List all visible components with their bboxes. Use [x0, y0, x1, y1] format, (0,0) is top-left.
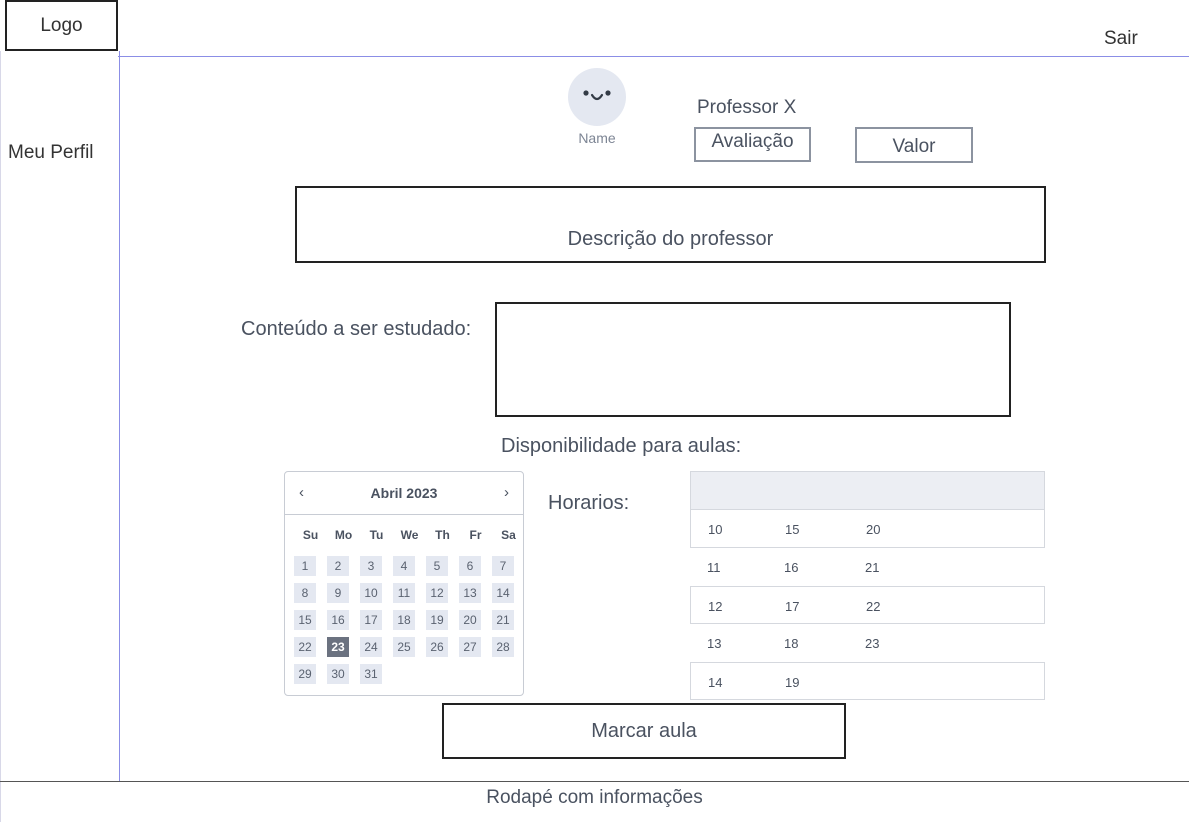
schedule-row: 12 17 22: [690, 586, 1045, 624]
footer-divider: [0, 781, 1189, 782]
calendar-weekday: Fr: [469, 528, 482, 542]
schedule-label: Horarios:: [548, 492, 630, 514]
calendar-day[interactable]: 18: [393, 610, 415, 630]
sidebar-divider: [119, 51, 120, 781]
calendar-day[interactable]: 4: [393, 556, 415, 576]
schedule-time-slot[interactable]: 19: [785, 675, 799, 690]
calendar-day[interactable]: 29: [294, 664, 316, 684]
schedule-time-slot[interactable]: 17: [785, 599, 799, 614]
schedule-time-slot[interactable]: 15: [785, 522, 799, 537]
calendar-header: ‹ Abril 2023 ›: [285, 484, 523, 506]
book-lesson-button[interactable]: Marcar aula: [442, 703, 846, 759]
schedule-table: 10 15 20 11 16 21 12 17 22 13 18 23 14 19: [690, 471, 1045, 700]
price-button[interactable]: Valor: [855, 127, 973, 163]
schedule-row: 14 19: [690, 662, 1045, 700]
schedule-time-slot[interactable]: 10: [708, 522, 722, 537]
chevron-right-icon[interactable]: ›: [504, 484, 509, 501]
calendar-weekdays: Su Mo Tu We Th Fr Sa: [294, 528, 525, 542]
page-left-border: [0, 51, 1, 822]
header-divider: [118, 56, 1189, 57]
calendar-days: 1 2 3 4 5 6 7 8 9 10 11 12 13 14 15 16 17 18 19 20 21 22 23 24 2…: [294, 556, 514, 684]
calendar-weekday: Su: [302, 528, 319, 542]
footer-info: Rodapé com informações: [486, 787, 703, 808]
calendar-weekday: Mo: [334, 528, 353, 542]
calendar-day[interactable]: 1: [294, 556, 316, 576]
calendar-day[interactable]: 16: [327, 610, 349, 630]
calendar-day[interactable]: 24: [360, 637, 382, 657]
calendar-day[interactable]: 14: [492, 583, 514, 603]
calendar-day[interactable]: 31: [360, 664, 382, 684]
calendar-day[interactable]: 3: [360, 556, 382, 576]
schedule-time-slot[interactable]: 13: [707, 636, 721, 651]
schedule-time-slot[interactable]: 22: [866, 599, 880, 614]
calendar-day[interactable]: 27: [459, 637, 481, 657]
calendar-day[interactable]: 17: [360, 610, 382, 630]
schedule-time-slot[interactable]: 14: [708, 675, 722, 690]
avatar-caption: Name: [578, 130, 616, 146]
calendar-day[interactable]: 13: [459, 583, 481, 603]
calendar-day[interactable]: 10: [360, 583, 382, 603]
rating-button[interactable]: Avaliação: [694, 127, 811, 162]
logo: Logo: [5, 0, 118, 51]
sidebar-item-profile[interactable]: Meu Perfil: [8, 142, 94, 164]
schedule-time-slot[interactable]: 12: [708, 599, 722, 614]
calendar-day[interactable]: 6: [459, 556, 481, 576]
calendar-divider: [285, 514, 523, 515]
teacher-description: Descrição do professor: [295, 186, 1046, 263]
calendar-weekday: Tu: [369, 528, 384, 542]
schedule-time-slot[interactable]: 18: [784, 636, 798, 651]
schedule-time-slot[interactable]: 23: [865, 636, 879, 651]
study-content-label: Conteúdo a ser estudado:: [241, 318, 472, 340]
calendar-day[interactable]: 20: [459, 610, 481, 630]
availability-label: Disponibilidade para aulas:: [501, 435, 742, 457]
calendar-weekday: We: [400, 528, 419, 542]
schedule-row: 11 16 21: [690, 548, 1045, 586]
schedule-time-slot[interactable]: 20: [866, 522, 880, 537]
schedule-time-slot[interactable]: 16: [784, 560, 798, 575]
schedule-row: 10 15 20: [690, 510, 1045, 548]
study-content-input[interactable]: [495, 302, 1011, 417]
schedule-table-header: [690, 471, 1045, 510]
calendar-day[interactable]: 11: [393, 583, 415, 603]
schedule-time-slot[interactable]: 21: [865, 560, 879, 575]
schedule-time-slot[interactable]: 11: [707, 560, 721, 575]
calendar-day[interactable]: 26: [426, 637, 448, 657]
teacher-name: Professor X: [697, 97, 797, 118]
calendar-day[interactable]: 7: [492, 556, 514, 576]
calendar-day[interactable]: 5: [426, 556, 448, 576]
calendar-day[interactable]: 22: [294, 637, 316, 657]
calendar-day[interactable]: 9: [327, 583, 349, 603]
calendar-day[interactable]: 21: [492, 610, 514, 630]
smiley-face-icon: [583, 90, 611, 101]
calendar-day[interactable]: 15: [294, 610, 316, 630]
calendar-day[interactable]: 28: [492, 637, 514, 657]
teacher-description-text: Descrição do professor: [567, 228, 774, 250]
avatar: [568, 68, 626, 126]
calendar-day[interactable]: 30: [327, 664, 349, 684]
calendar-day[interactable]: 2: [327, 556, 349, 576]
calendar-day[interactable]: 8: [294, 583, 316, 603]
logout-link[interactable]: Sair: [1104, 28, 1138, 50]
calendar-day-selected[interactable]: 23: [327, 637, 349, 657]
calendar-weekday: Th: [435, 528, 450, 542]
calendar-weekday: Sa: [501, 528, 516, 542]
calendar-day[interactable]: 12: [426, 583, 448, 603]
calendar-day[interactable]: 19: [426, 610, 448, 630]
calendar-month-title: Abril 2023: [370, 485, 438, 501]
schedule-row: 13 18 23: [690, 624, 1045, 662]
calendar-day[interactable]: 25: [393, 637, 415, 657]
availability-calendar: ‹ Abril 2023 › Su Mo Tu We Th Fr Sa 1234567891…: [284, 471, 524, 696]
